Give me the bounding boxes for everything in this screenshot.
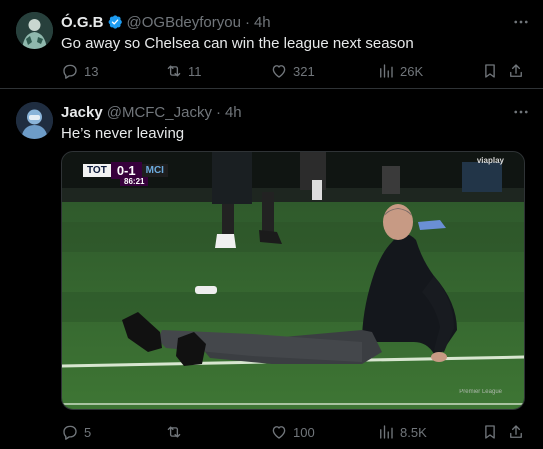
reply-icon (63, 425, 77, 440)
retweet-button[interactable]: 11 (165, 60, 202, 82)
verified-badge-icon (108, 15, 122, 29)
more-icon (514, 110, 528, 114)
display-name[interactable]: Ó.G.B (61, 14, 104, 31)
display-name[interactable]: Jacky (61, 104, 103, 121)
separator-dot: · (215, 103, 221, 121)
home-team: TOT (83, 163, 111, 177)
tweet-1[interactable]: Ó.G.B @OGBdeyforyou · 4h Go away so Chel… (0, 0, 543, 89)
bookmark-icon (485, 64, 495, 78)
share-icon (510, 64, 522, 77)
bookmark-button[interactable] (481, 60, 499, 82)
retweet-button[interactable] (165, 421, 188, 443)
bookmark-icon (485, 425, 495, 439)
like-icon (272, 65, 286, 78)
like-button[interactable]: 100 (270, 421, 315, 443)
separator-dot: · (244, 13, 250, 31)
like-icon (272, 426, 286, 439)
views-icon (380, 64, 393, 78)
tweet-text: He’s never leaving (61, 125, 185, 142)
tweet-header: Ó.G.B @OGBdeyforyou · 4h (61, 12, 533, 32)
reply-count: 13 (84, 63, 99, 79)
avatar-image (16, 102, 53, 139)
retweet-count: 11 (188, 63, 202, 79)
tweet-header: Jacky @MCFC_Jacky · 4h (61, 102, 533, 122)
views-count: 26K (400, 63, 424, 79)
broadcaster-logo: viaplay (476, 156, 504, 165)
timestamp[interactable]: 4h (225, 104, 242, 121)
tweet-media[interactable]: TOT 0-1 MCI 86:21 viaplay Premier League (61, 151, 525, 410)
match-photo (62, 152, 524, 409)
user-handle[interactable]: @OGBdeyforyou (127, 14, 241, 31)
reply-button[interactable]: 13 (61, 60, 98, 82)
more-button[interactable] (509, 101, 533, 123)
bookmark-button[interactable] (481, 421, 499, 443)
retweet-icon (167, 65, 181, 77)
reply-button[interactable]: 5 (61, 421, 91, 443)
reply-count: 5 (84, 424, 92, 440)
league-watermark: Premier League (459, 389, 502, 395)
user-handle[interactable]: @MCFC_Jacky (107, 104, 212, 121)
timestamp[interactable]: 4h (254, 14, 271, 31)
action-bar: 5 100 8.5K (61, 421, 531, 443)
share-button[interactable] (507, 60, 525, 82)
match-clock: 86:21 (120, 177, 149, 186)
avatar[interactable] (16, 12, 53, 49)
avatar[interactable] (16, 102, 53, 139)
avatar-image (16, 12, 53, 49)
like-count: 100 (293, 424, 315, 440)
match-score: 0-1 (110, 161, 142, 179)
views-button[interactable]: 26K (377, 60, 423, 82)
share-button[interactable] (507, 421, 525, 443)
share-icon (510, 425, 522, 438)
action-bar: 13 11 321 26K (61, 60, 531, 82)
retweet-icon (167, 426, 181, 438)
like-count: 321 (293, 63, 315, 79)
away-team: MCI (141, 163, 168, 177)
tweet-text: Go away so Chelsea can win the league ne… (61, 35, 414, 52)
scoreboard: TOT 0-1 MCI (83, 161, 168, 179)
reply-icon (63, 64, 77, 79)
views-count: 8.5K (400, 424, 427, 440)
more-button[interactable] (509, 11, 533, 33)
like-button[interactable]: 321 (270, 60, 315, 82)
views-button[interactable]: 8.5K (377, 421, 427, 443)
more-icon (514, 20, 528, 24)
views-icon (380, 425, 393, 439)
tweet-2[interactable]: Jacky @MCFC_Jacky · 4h He’s never leavin… (0, 90, 543, 449)
